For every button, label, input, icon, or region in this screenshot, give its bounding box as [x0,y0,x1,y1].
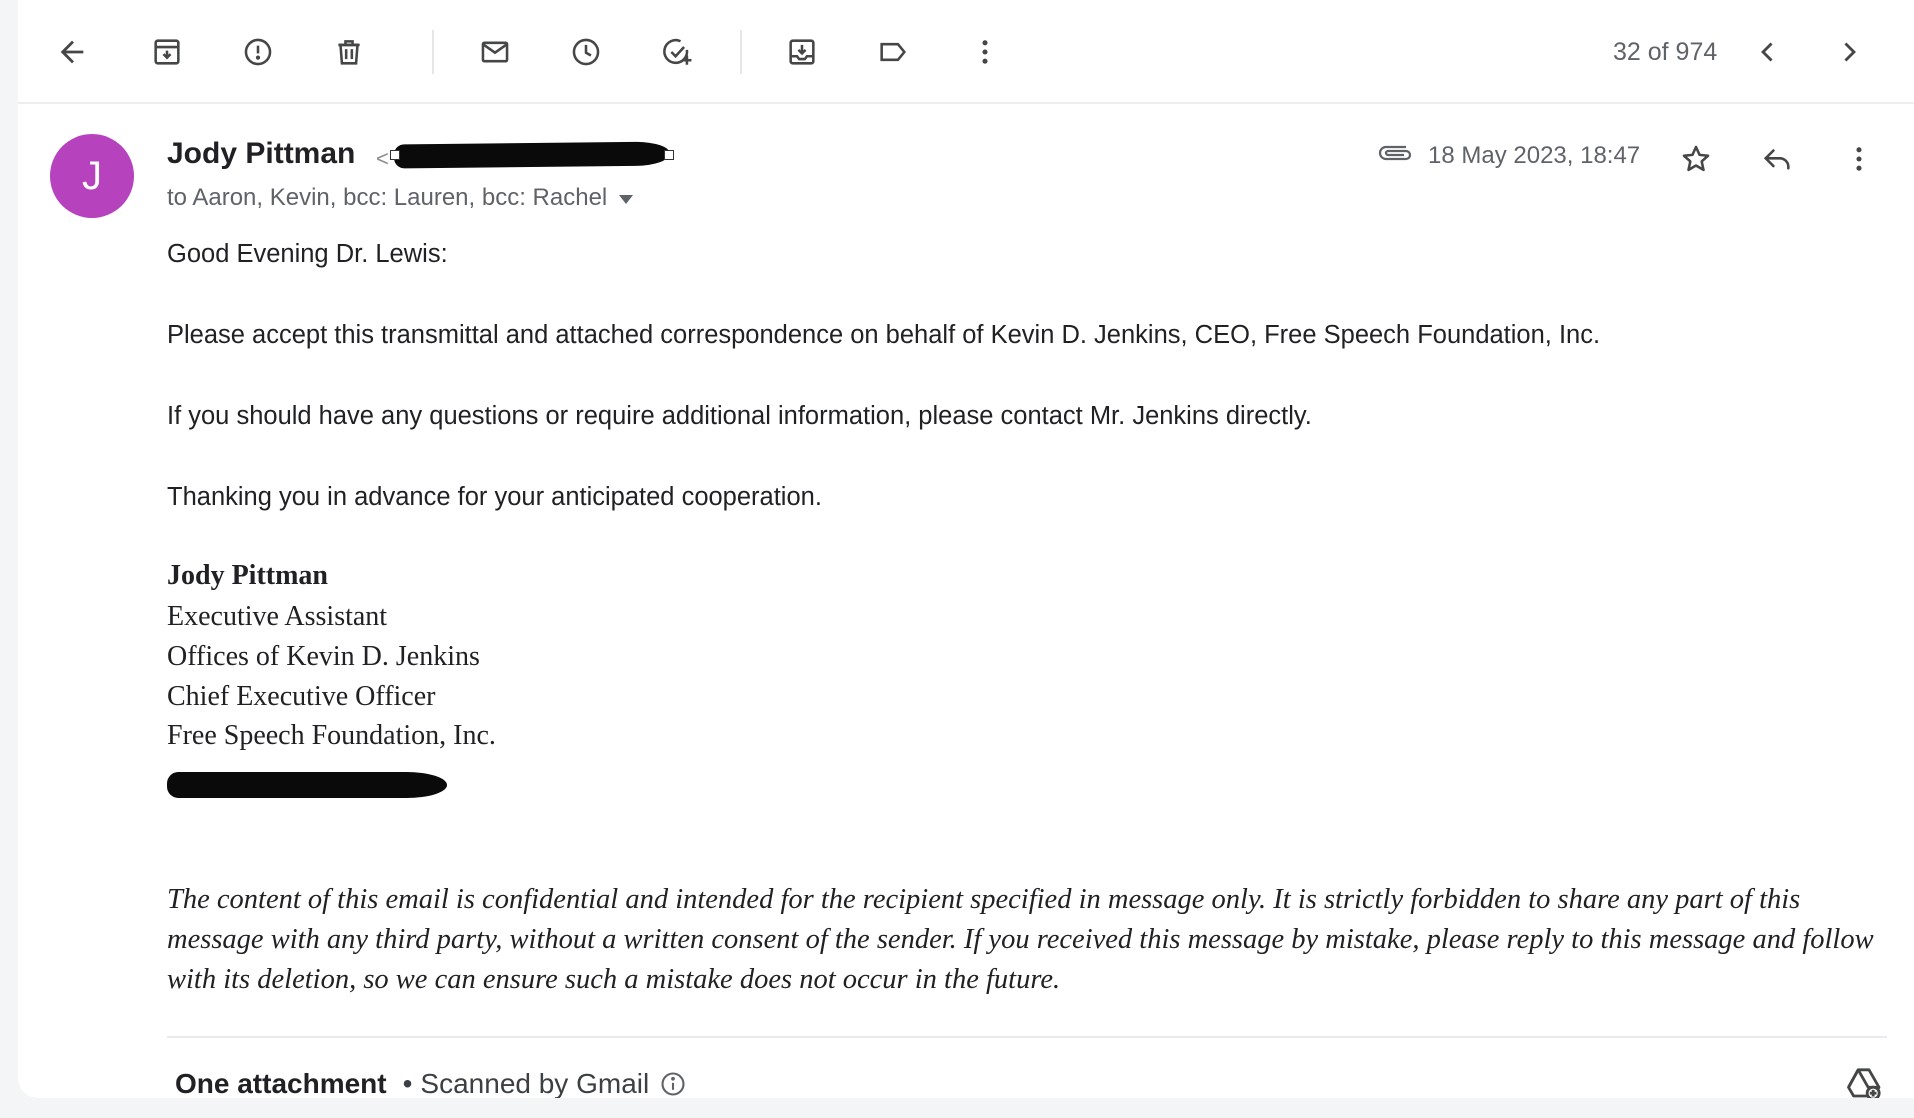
newer-button[interactable] [1738,22,1798,82]
add-to-drive-icon[interactable] [1844,1064,1884,1098]
signature-office: Offices of Kevin D. Jenkins [167,641,480,672]
star-button[interactable] [1671,134,1721,184]
body-greeting: Good Evening Dr. Lewis: [167,240,448,268]
message-date: 18 May 2023, 18:47 [1428,142,1641,169]
chevron-right-icon [1844,42,1856,62]
pager-count: 32 of 974 [1613,38,1718,66]
star-icon [1682,145,1710,172]
snooze-button[interactable] [556,22,616,82]
archive-button[interactable] [137,22,197,82]
reply-button[interactable] [1752,134,1802,184]
more-options-button[interactable] [955,22,1015,82]
caret-down-icon[interactable] [619,194,634,204]
toolbar: 32 of 974 [18,0,1914,104]
attachments-divider [167,1036,1887,1038]
signature-name: Jody Pittman [167,560,328,591]
signature-redaction-mark [167,772,447,798]
delete-icon [338,40,360,65]
attachments-title: One attachment [175,1068,387,1098]
body-paragraph: If you should have any questions or requ… [167,402,1312,430]
attachments-header: One attachment • Scanned by Gmail [175,1068,687,1098]
archive-icon [154,39,180,65]
sender-name[interactable]: Jody Pittman [167,137,355,171]
info-icon[interactable] [659,1070,687,1098]
recipients-line[interactable]: to Aaron, Kevin, bcc: Lauren, bcc: Rache… [167,184,634,212]
move-to-icon [789,39,815,65]
reply-icon [1763,149,1790,170]
report-spam-button[interactable] [228,22,288,82]
mark-unread-button[interactable] [465,22,525,82]
move-to-button[interactable] [772,22,832,82]
sender-email-redacted: < [376,137,676,171]
snooze-icon [572,38,600,66]
selection-handle [390,150,400,160]
scan-status: Scanned by Gmail [420,1068,650,1098]
confidentiality-disclaimer: The content of this email is confidentia… [167,884,1874,995]
more-vert-icon [982,40,988,64]
add-task-button[interactable] [647,22,707,82]
toolbar-separator [740,30,742,74]
signature-role: Chief Executive Officer [167,681,436,712]
toolbar-separator [432,30,434,74]
label-icon [880,42,906,62]
signature-title: Executive Assistant [167,601,388,632]
selection-handle [664,150,674,160]
redaction-mark [393,141,671,169]
mark-unread-icon [481,41,509,63]
add-task-icon [663,38,692,65]
message-more-button[interactable] [1834,134,1884,184]
body-paragraph: Please accept this transmittal and attac… [167,321,1601,349]
paperclip-icon [1378,145,1412,161]
separator-dot: • [402,1068,413,1098]
older-button[interactable] [1819,22,1879,82]
signature-org: Free Speech Foundation, Inc. [167,720,496,751]
report-spam-icon [244,38,272,66]
label-button[interactable] [863,22,923,82]
back-button[interactable] [42,22,102,82]
recipients-text: to Aaron, Kevin, bcc: Lauren, bcc: Rache… [167,184,608,211]
body-paragraph: Thanking you in advance for your anticip… [167,483,822,511]
email-view: 32 of 974 J Jody Pittman < to Aaron, Kev… [18,0,1914,1098]
more-vert-icon [1856,147,1862,171]
delete-button[interactable] [319,22,379,82]
avatar[interactable]: J [50,134,134,218]
chevron-left-icon [1761,42,1773,62]
back-arrow-icon [60,40,84,64]
